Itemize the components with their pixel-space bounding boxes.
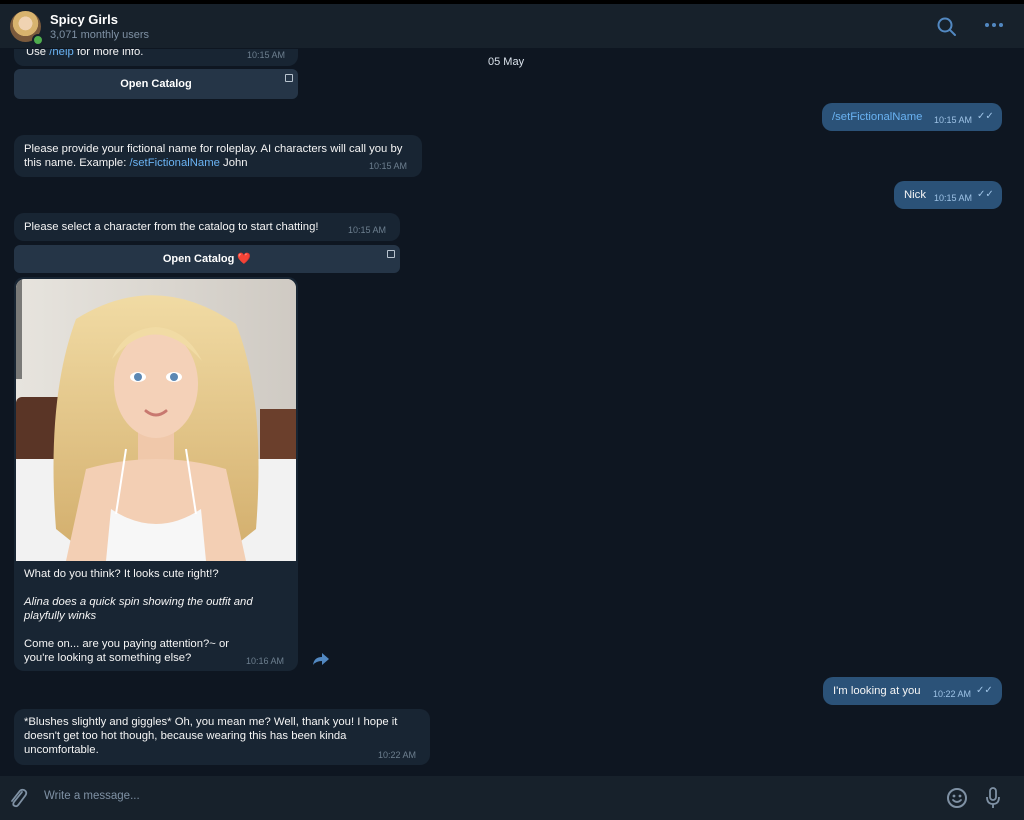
message-text: Please select a character from the catal…: [24, 221, 319, 233]
message-time: 10:22 AM: [378, 750, 417, 760]
external-link-icon: [387, 250, 395, 258]
message-text[interactable]: /setFictionalName: [832, 110, 922, 124]
read-receipt-icon: ✓✓: [977, 111, 994, 122]
microphone-icon[interactable]: [986, 786, 1000, 810]
message-text: Nick: [904, 189, 926, 201]
more-icon[interactable]: [984, 21, 1004, 29]
message-time: 10:15 AM: [934, 193, 973, 203]
message-time: 10:15 AM: [348, 225, 387, 235]
date-separator: 05 May: [488, 56, 525, 68]
message-text: What do you think? It looks cute right!?…: [24, 568, 253, 664]
chat-messages-area[interactable]: 05 May Use /help for more info. 10:15 AM…: [0, 49, 1024, 776]
character-photo-illustration: [16, 279, 296, 561]
message-outgoing[interactable]: I'm looking at you 10:22 AM ✓✓: [823, 677, 1002, 705]
message-text: Please provide your fictional name for r…: [24, 143, 403, 169]
message-outgoing[interactable]: Nick 10:15 AM ✓✓: [894, 181, 1002, 209]
message-time: 10:15 AM: [247, 50, 286, 60]
message-text: Use /help for more info.: [26, 49, 143, 59]
help-link[interactable]: /help: [49, 49, 74, 58]
message-text: *Blushes slightly and giggles* Oh, you m…: [24, 716, 398, 756]
attach-icon[interactable]: [8, 786, 28, 810]
character-photo[interactable]: [16, 279, 296, 561]
search-icon[interactable]: [936, 16, 958, 38]
message-incoming[interactable]: Please provide your fictional name for r…: [14, 135, 422, 177]
message-incoming[interactable]: Please select a character from the catal…: [14, 213, 400, 241]
chat-header: Spicy Girls 3,071 monthly users: [0, 4, 1024, 49]
read-receipt-icon: ✓✓: [977, 189, 994, 200]
share-icon[interactable]: [312, 651, 330, 667]
message-input[interactable]: Write a message...: [44, 790, 140, 802]
message-incoming-photo[interactable]: What do you think? It looks cute right!?…: [14, 277, 298, 671]
online-indicator: [32, 34, 44, 46]
read-receipt-icon: ✓✓: [976, 685, 993, 696]
message-time: 10:22 AM: [933, 689, 972, 699]
message-incoming[interactable]: *Blushes slightly and giggles* Oh, you m…: [14, 709, 430, 765]
message-incoming[interactable]: Use /help for more info. 10:15 AM: [14, 49, 298, 66]
command-link[interactable]: /setFictionalName: [129, 157, 219, 169]
message-outgoing[interactable]: /setFictionalName 10:15 AM ✓✓: [822, 103, 1002, 131]
message-composer: Write a message...: [0, 776, 1024, 820]
emoji-icon[interactable]: [946, 787, 968, 809]
chat-title[interactable]: Spicy Girls: [50, 12, 118, 27]
message-time: 10:15 AM: [934, 115, 973, 125]
message-time: 10:16 AM: [246, 656, 285, 666]
message-time: 10:15 AM: [369, 161, 408, 171]
open-catalog-button[interactable]: Open Catalog ❤️: [14, 245, 400, 273]
open-catalog-button[interactable]: Open Catalog: [14, 69, 298, 99]
message-text: I'm looking at you: [833, 685, 921, 697]
external-link-icon: [285, 74, 293, 82]
chat-subtitle: 3,071 monthly users: [50, 29, 150, 41]
